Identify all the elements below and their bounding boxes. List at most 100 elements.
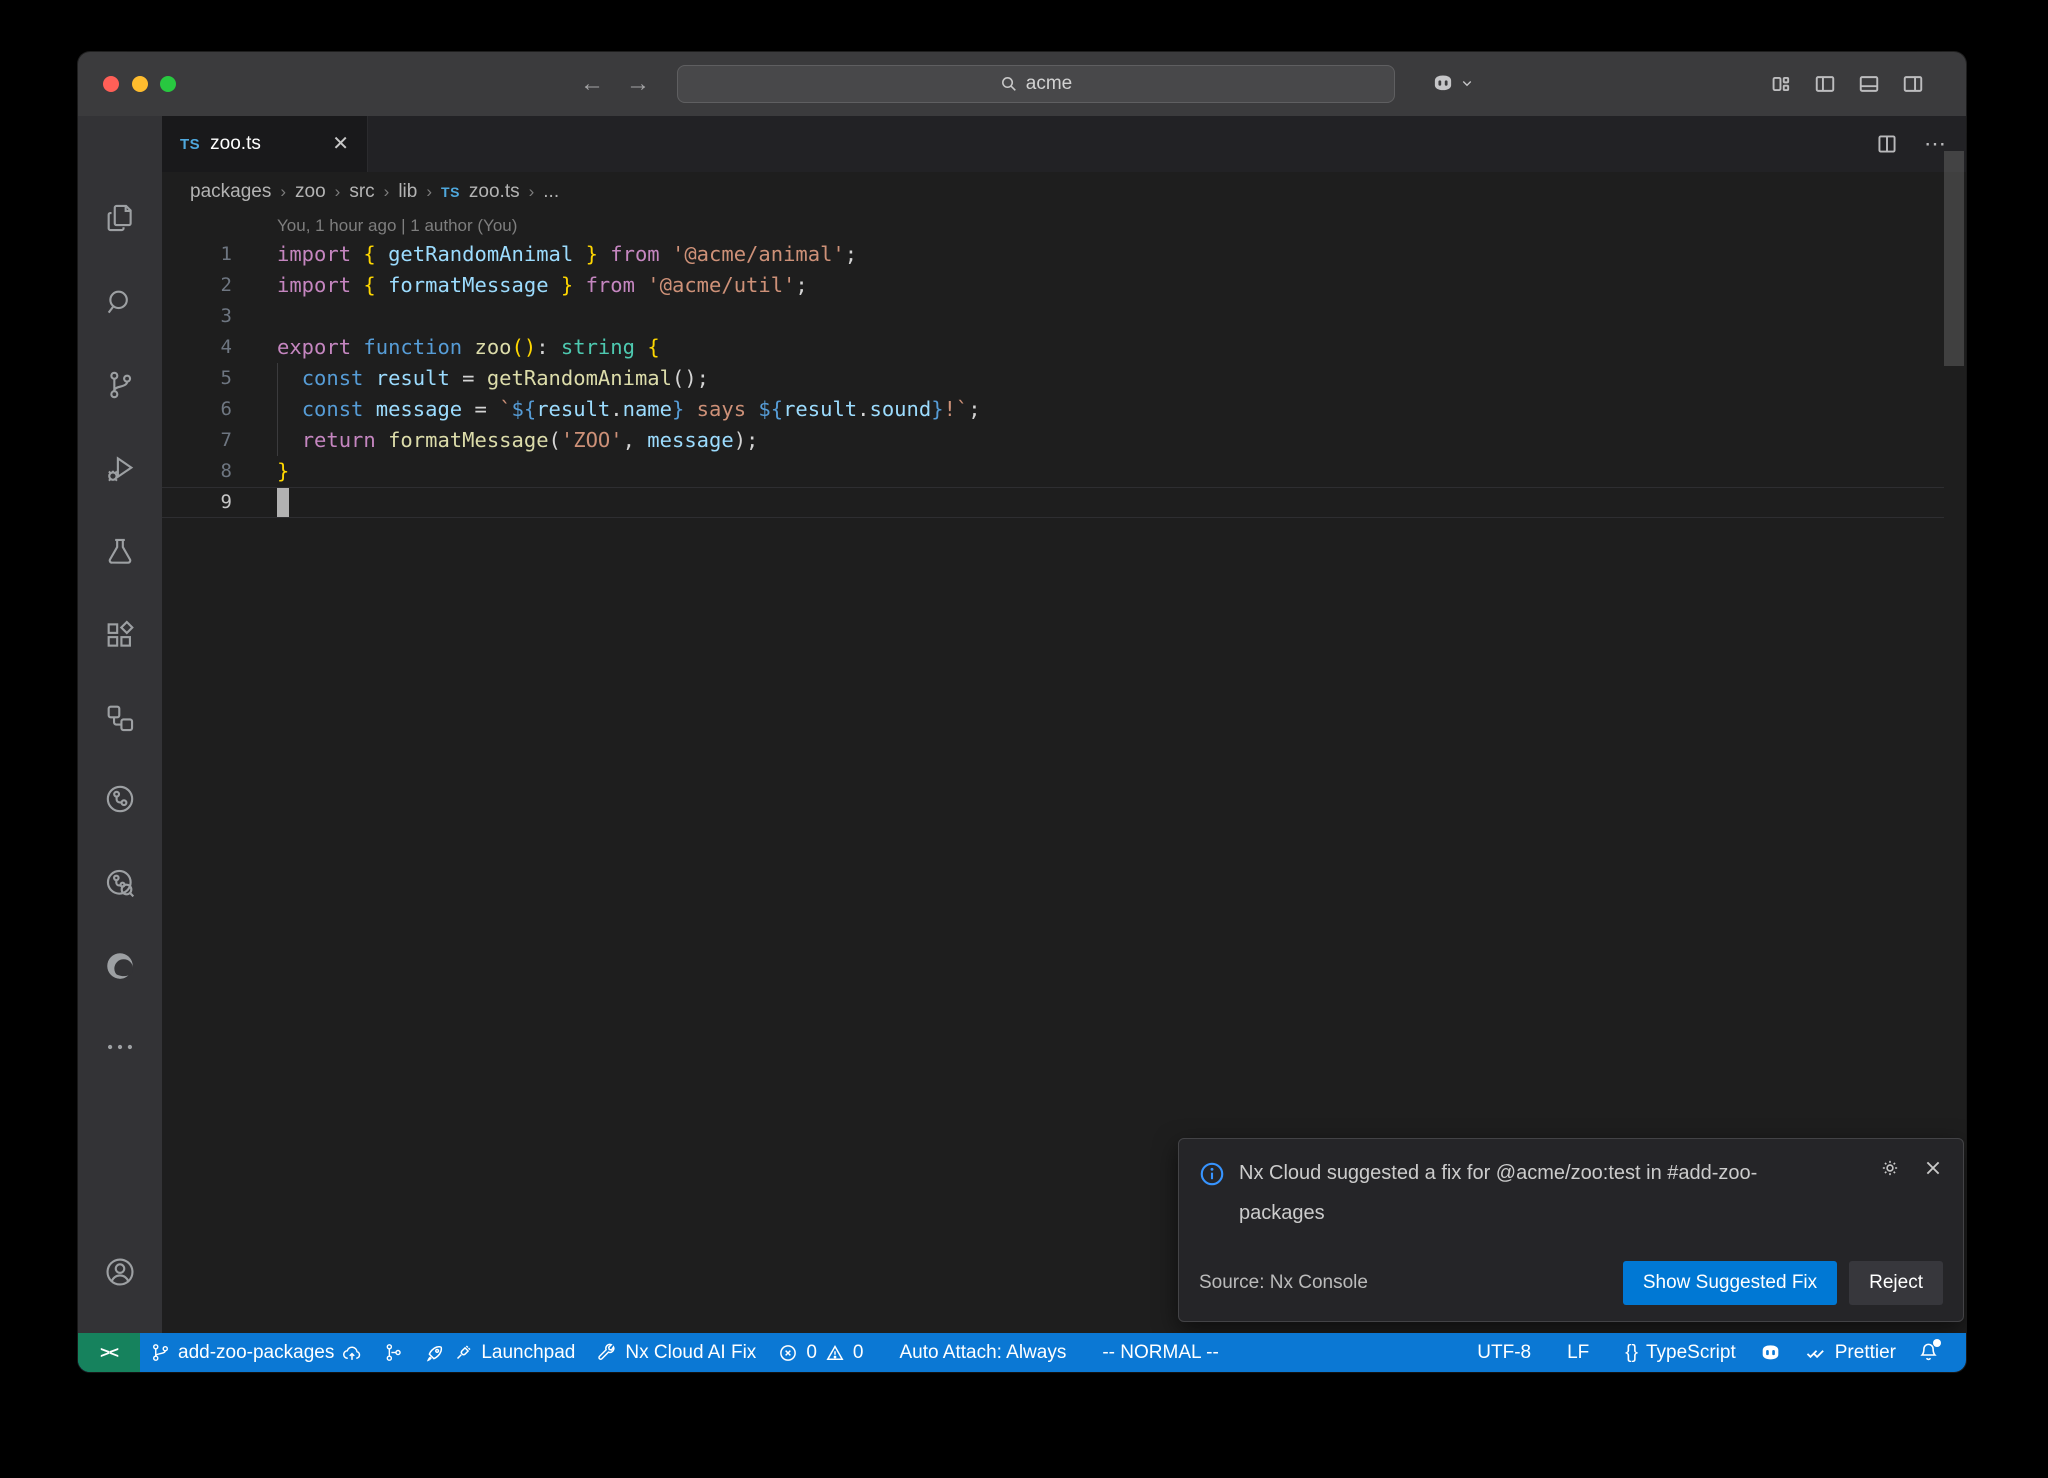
nx-cloud-fix-item[interactable]: Nx Cloud AI Fix [586,1333,767,1372]
copilot-menu-button[interactable] [1430,70,1473,96]
search-view-icon[interactable] [102,284,138,320]
line-number: 3 [162,301,232,332]
source-control-icon[interactable] [102,367,138,403]
rocket-icon [425,1343,445,1363]
typescript-file-icon: TS [441,184,460,200]
notification-message: Nx Cloud suggested a fix for @acme/zoo:t… [1239,1153,1819,1233]
tab-strip: TS zoo.ts ✕ ⋯ [162,116,1966,172]
problems-item[interactable]: 0 0 [767,1333,874,1372]
bell-icon [1918,1342,1939,1363]
language-label: TypeScript [1646,1342,1736,1364]
accounts-icon[interactable] [102,1254,138,1290]
references-view-icon[interactable] [102,700,138,736]
code-line[interactable]: 5 const result = getRandomAnimal(); [162,363,1944,394]
encoding-item[interactable]: UTF-8 [1466,1333,1542,1372]
code-text: const message = `${result.name} says ${r… [277,394,981,425]
editor-scrollbar[interactable] [1944,151,1964,366]
tab-close-icon[interactable]: ✕ [332,134,349,154]
code-line[interactable]: 4export function zoo(): string { [162,332,1944,363]
toggle-secondary-sidebar-icon[interactable] [1902,73,1924,95]
activity-bar [78,116,162,1333]
code-line[interactable]: 2 import { formatMessage } from '@acme/ut… [162,270,1944,301]
nx-cloud-fix-label: Nx Cloud AI Fix [625,1342,756,1364]
nx-project-graph-icon[interactable] [102,865,138,901]
minimize-window-button[interactable] [132,76,148,92]
toggle-primary-sidebar-icon[interactable] [1814,73,1836,95]
code-line[interactable]: 8} [162,456,1944,487]
testing-icon[interactable] [102,534,138,570]
more-views-icon[interactable] [102,1029,138,1065]
copilot-icon [1430,70,1456,96]
copilot-status-item[interactable] [1747,1333,1794,1372]
code-text: import { getRandomAnimal } from '@acme/a… [277,239,857,270]
remote-indicator[interactable]: >< [78,1333,140,1372]
git-branch-item[interactable]: add-zoo-packages [140,1333,373,1372]
breadcrumb-file[interactable]: zoo.ts [469,181,520,203]
command-center-search[interactable]: acme [677,65,1395,103]
show-suggested-fix-button[interactable]: Show Suggested Fix [1623,1261,1837,1305]
prettier-label: Prettier [1835,1342,1896,1364]
explorer-icon[interactable] [102,200,138,236]
launchpad-label: Launchpad [481,1342,575,1364]
notification-source: Source: Nx Console [1199,1272,1368,1294]
navigate-back-button[interactable]: ← [580,52,604,116]
code-line[interactable]: 3 [162,301,1944,332]
git-graph-icon [384,1343,403,1362]
breadcrumb-item[interactable]: zoo [295,181,326,203]
cloud-upload-icon [342,1343,362,1363]
breadcrumb-item[interactable]: lib [398,181,417,203]
line-number: 9 [162,487,232,518]
title-bar: ← → acme [78,52,1966,116]
split-editor-icon[interactable] [1876,133,1898,155]
code-text: return formatMessage('ZOO', message); [277,425,758,456]
line-number: 5 [162,363,232,394]
vim-block-cursor [277,488,289,517]
git-branch-icon [151,1343,170,1362]
breadcrumb-separator: › [384,182,390,202]
code-line[interactable]: 7 return formatMessage('ZOO', message); [162,425,1944,456]
language-mode-item[interactable]: {} TypeScript [1614,1333,1746,1372]
editor-more-actions-icon[interactable]: ⋯ [1924,131,1946,157]
auto-attach-item[interactable]: Auto Attach: Always [888,1333,1077,1372]
nx-console-icon[interactable] [102,781,138,817]
code-text: import { formatMessage } from '@acme/uti… [277,270,808,301]
line-number: 8 [162,456,232,487]
toggle-panel-icon[interactable] [1858,73,1880,95]
search-value: acme [1026,73,1072,95]
typescript-file-icon: TS [180,136,200,153]
vim-mode-item[interactable]: -- NORMAL -- [1091,1333,1229,1372]
code-text: } [277,456,289,487]
git-graph-item[interactable] [373,1333,414,1372]
code-line[interactable]: 6 const message = `${result.name} says $… [162,394,1944,425]
notification-badge-dot [1933,1339,1941,1347]
zoom-window-button[interactable] [160,76,176,92]
launchpad-item[interactable]: Launchpad [414,1333,586,1372]
tab-zoo-ts[interactable]: TS zoo.ts ✕ [162,116,368,172]
breadcrumb: packages › zoo › src › lib › TS zoo.ts ›… [190,172,559,212]
close-window-button[interactable] [103,76,119,92]
run-and-debug-icon[interactable] [102,451,138,487]
branch-name: add-zoo-packages [178,1342,334,1364]
extensions-icon[interactable] [102,617,138,653]
errors-count: 0 [806,1342,817,1364]
notification-settings-gear-icon[interactable] [1879,1157,1901,1179]
code-line[interactable]: 1import { getRandomAnimal } from '@acme/… [162,239,1944,270]
code-line[interactable]: 9 [162,487,1944,518]
prettier-item[interactable]: Prettier [1794,1333,1907,1372]
navigate-forward-button[interactable]: → [626,52,650,116]
breadcrumb-separator: › [426,182,432,202]
edge-tools-icon[interactable] [102,948,138,984]
notifications-bell-item[interactable] [1907,1333,1950,1372]
copilot-icon [1758,1340,1783,1365]
notification-close-icon[interactable] [1923,1158,1943,1178]
breadcrumb-item[interactable]: src [349,181,374,203]
reject-button[interactable]: Reject [1849,1261,1943,1305]
code-lines[interactable]: 1import { getRandomAnimal } from '@acme/… [162,239,1944,518]
breadcrumb-item[interactable]: packages [190,181,271,203]
breadcrumb-more[interactable]: ... [543,181,559,203]
line-number: 2 [162,270,232,301]
customize-layout-icon[interactable] [1770,73,1792,95]
notification-toast: Nx Cloud suggested a fix for @acme/zoo:t… [1178,1138,1964,1322]
search-icon [1000,75,1018,93]
eol-item[interactable]: LF [1556,1333,1600,1372]
